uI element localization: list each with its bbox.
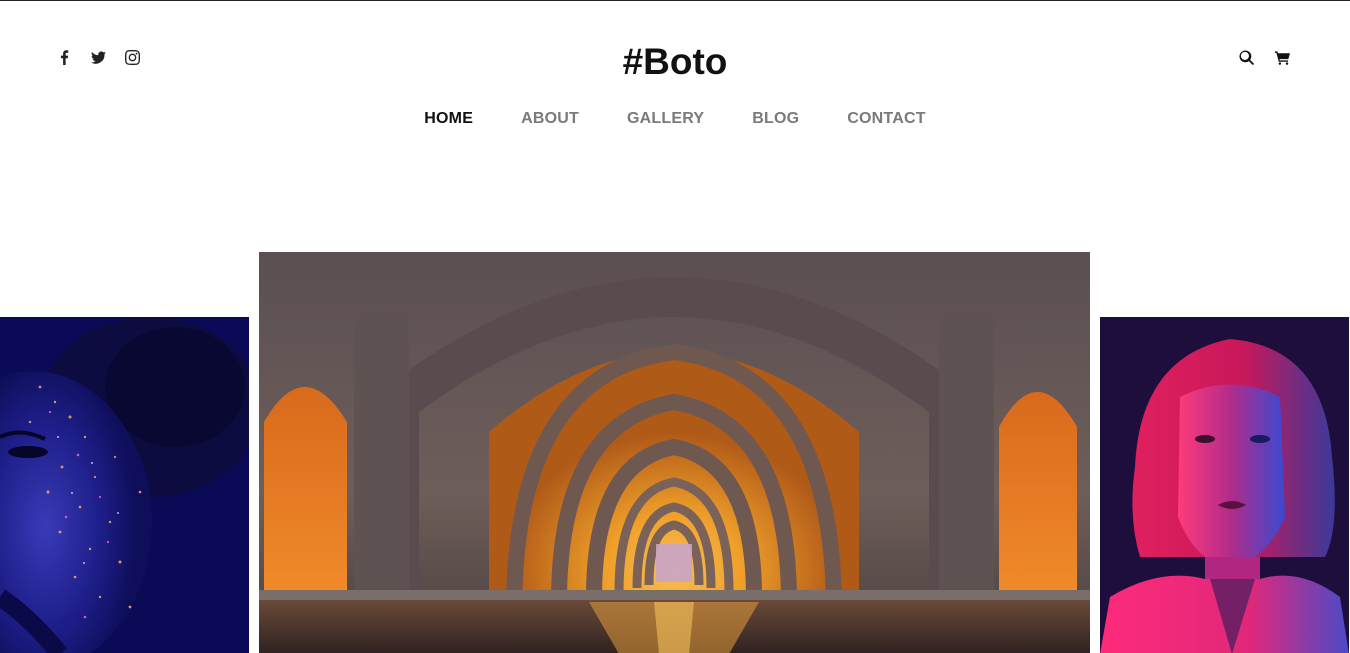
main-nav: HOME ABOUT GALLERY BLOG CONTACT <box>0 110 1350 130</box>
image-slider <box>0 1 1350 653</box>
portrait-glitter-image <box>0 317 249 653</box>
slide-portrait-glitter[interactable] <box>0 317 249 653</box>
nav-blog[interactable]: BLOG <box>752 110 799 128</box>
nav-contact[interactable]: CONTACT <box>847 110 925 128</box>
nav-about[interactable]: ABOUT <box>521 110 579 128</box>
site-logo[interactable]: #Boto <box>0 41 1350 83</box>
page: #Boto HOME ABOUT GALLERY BLOG CONTACT <box>0 0 1350 653</box>
nav-gallery[interactable]: GALLERY <box>627 110 704 128</box>
arches-hall-image <box>259 252 1090 653</box>
slide-portrait-neon[interactable] <box>1100 317 1349 653</box>
portrait-neon-image <box>1100 317 1349 653</box>
nav-home[interactable]: HOME <box>423 110 475 130</box>
utility-icons <box>1238 49 1290 65</box>
search-icon[interactable] <box>1238 49 1254 65</box>
slide-arches-hall[interactable] <box>259 252 1090 653</box>
cart-icon[interactable] <box>1274 49 1290 65</box>
